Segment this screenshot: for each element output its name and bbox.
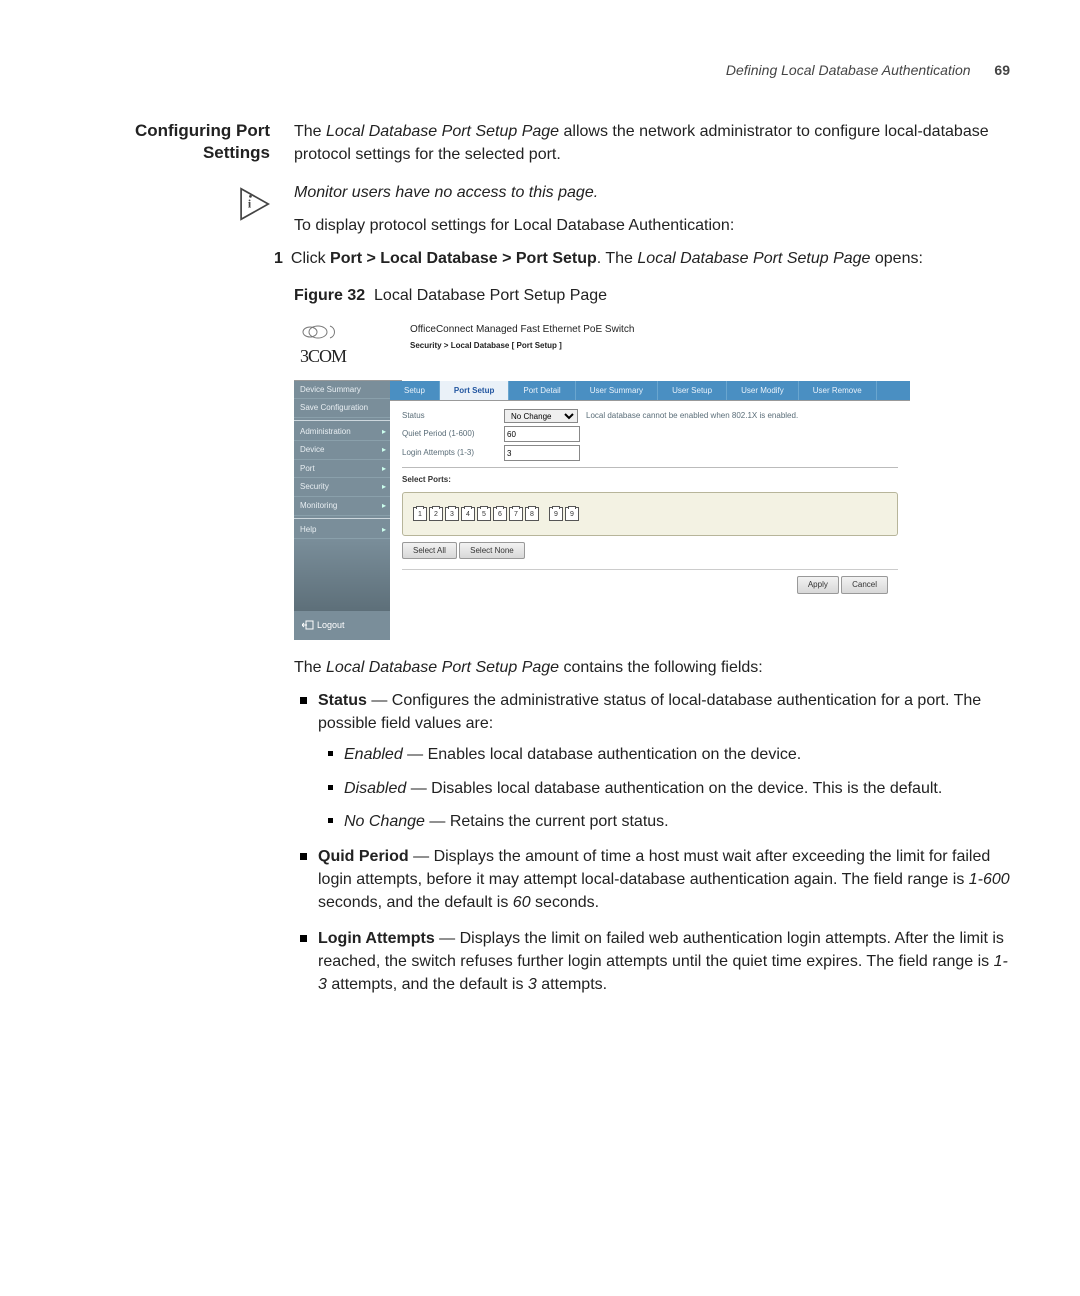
port-6[interactable]: 6 <box>493 507 507 521</box>
figure-caption: Figure 32 Local Database Port Setup Page <box>294 284 1010 307</box>
tab-user-setup[interactable]: User Setup <box>658 381 727 401</box>
port-7[interactable]: 7 <box>509 507 523 521</box>
opt-no-change: No Change — Retains the current port sta… <box>318 810 1010 833</box>
tab-setup[interactable]: Setup <box>390 381 440 401</box>
port-2[interactable]: 2 <box>429 507 443 521</box>
select-all-button[interactable]: Select All <box>402 542 457 560</box>
select-none-button[interactable]: Select None <box>459 542 525 560</box>
field-login-attempts: Login Attempts — Displays the limit on f… <box>294 927 1010 997</box>
sidebar-item-device-summary[interactable]: Device Summary <box>294 381 390 400</box>
svg-text:i: i <box>248 196 252 210</box>
port-10[interactable]: 9 <box>565 507 579 521</box>
logout-link[interactable]: Logout <box>294 611 390 640</box>
tab-port-detail[interactable]: Port Detail <box>509 381 575 401</box>
brand-logo: 3COM <box>294 317 402 380</box>
port-5[interactable]: 5 <box>477 507 491 521</box>
field-status: Status — Configures the administrative s… <box>294 689 1010 833</box>
info-icon: i <box>236 187 270 221</box>
tab-user-modify[interactable]: User Modify <box>727 381 799 401</box>
sidebar-item-device[interactable]: Device <box>294 441 390 460</box>
status-label: Status <box>402 410 504 422</box>
sidebar: Device Summary Save Configuration Admini… <box>294 381 390 640</box>
port-3[interactable]: 3 <box>445 507 459 521</box>
breadcrumb: Security > Local Database [ Port Setup ] <box>410 340 910 352</box>
port-4[interactable]: 4 <box>461 507 475 521</box>
sidebar-item-help[interactable]: Help <box>294 521 390 540</box>
port-8[interactable]: 8 <box>525 507 539 521</box>
sidebar-item-administration[interactable]: Administration <box>294 423 390 442</box>
product-title: OfficeConnect Managed Fast Ethernet PoE … <box>410 323 910 338</box>
quiet-period-label: Quiet Period (1-600) <box>402 428 504 440</box>
step-1: 1 Click Port > Local Database > Port Set… <box>274 247 1010 270</box>
note-text: Monitor users have no access to this pag… <box>294 181 1010 204</box>
field-quid-period: Quid Period — Displays the amount of tim… <box>294 845 1010 915</box>
intro-paragraph-1: The Local Database Port Setup Page allow… <box>294 120 1010 166</box>
port-selector: 1 2 3 4 5 6 7 8 9 9 <box>402 492 898 536</box>
port-1[interactable]: 1 <box>413 507 427 521</box>
status-note: Local database cannot be enabled when 80… <box>586 410 798 422</box>
opt-disabled: Disabled — Disables local database authe… <box>318 777 1010 800</box>
after-text: The Local Database Port Setup Page conta… <box>294 656 1010 679</box>
select-ports-label: Select Ports: <box>402 474 898 486</box>
tab-user-summary[interactable]: User Summary <box>576 381 658 401</box>
tab-port-setup[interactable]: Port Setup <box>440 381 509 401</box>
header-title: Defining Local Database Authentication <box>726 62 971 78</box>
port-9[interactable]: 9 <box>549 507 563 521</box>
opt-enabled: Enabled — Enables local database authent… <box>318 743 1010 766</box>
cancel-button[interactable]: Cancel <box>841 576 888 594</box>
apply-button[interactable]: Apply <box>797 576 839 594</box>
sidebar-item-security[interactable]: Security <box>294 478 390 497</box>
login-attempts-label: Login Attempts (1-3) <box>402 447 504 459</box>
page-header: Defining Local Database Authentication 6… <box>70 60 1010 80</box>
sidebar-item-monitoring[interactable]: Monitoring <box>294 497 390 516</box>
tab-user-remove[interactable]: User Remove <box>799 381 877 401</box>
tab-bar: Setup Port Setup Port Detail User Summar… <box>390 381 910 402</box>
section-heading: Configuring Port Settings <box>70 120 270 176</box>
login-attempts-input[interactable] <box>504 445 580 461</box>
sidebar-item-save-configuration[interactable]: Save Configuration <box>294 399 390 418</box>
status-select[interactable]: No Change <box>504 409 578 423</box>
intro-paragraph-2: To display protocol settings for Local D… <box>294 214 1010 237</box>
page-number: 69 <box>994 62 1010 78</box>
quiet-period-input[interactable] <box>504 426 580 442</box>
sidebar-item-port[interactable]: Port <box>294 460 390 479</box>
screenshot: 3COM OfficeConnect Managed Fast Ethernet… <box>294 317 910 639</box>
